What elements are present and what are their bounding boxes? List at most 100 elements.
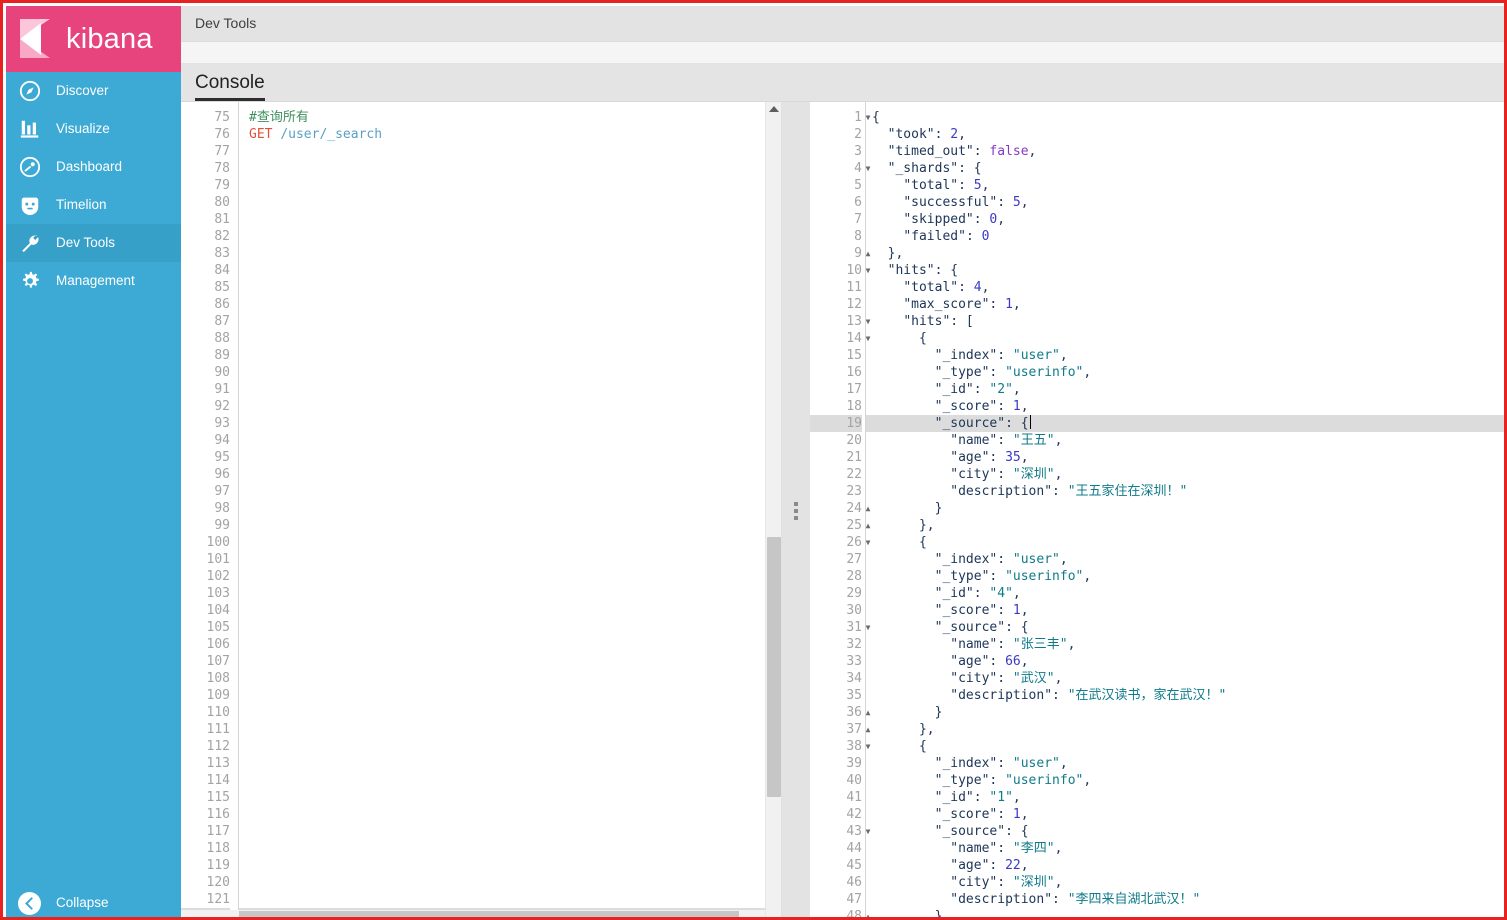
gutter-line-number[interactable]: 5 [810, 177, 862, 194]
kibana-logo[interactable]: kibana [6, 6, 181, 72]
gutter-line-number[interactable]: 40 [810, 772, 862, 789]
gutter-line-number[interactable]: 24 ▲ [810, 500, 870, 517]
sidebar-item-timelion[interactable]: Timelion [6, 186, 181, 224]
gutter-line-number[interactable]: 101 [181, 551, 230, 568]
gutter-line-number[interactable]: 121 [181, 891, 230, 908]
gutter-line-number[interactable]: 47 [810, 891, 862, 908]
gutter-line-number[interactable]: 91 [181, 381, 230, 398]
gutter-line-number[interactable]: 7 [810, 211, 862, 228]
gutter-line-number[interactable]: 36 ▲ [810, 704, 870, 721]
gutter-line-number[interactable]: 112 [181, 738, 230, 755]
gutter-line-number[interactable]: 41 [810, 789, 862, 806]
gutter-line-number[interactable]: 44 [810, 840, 862, 857]
gutter-line-number[interactable]: 89 [181, 347, 230, 364]
sidebar-item-dev-tools[interactable]: Dev Tools [6, 224, 181, 262]
sidebar-item-discover[interactable]: Discover [6, 72, 181, 110]
gutter-line-number[interactable]: 29 [810, 585, 862, 602]
gutter-line-number[interactable]: 105 [181, 619, 230, 636]
sidebar-item-dashboard[interactable]: Dashboard [6, 148, 181, 186]
gutter-line-number[interactable]: 28 [810, 568, 862, 585]
response-code-area[interactable]: { "took": 2, "timed_out": false, "_shard… [866, 102, 1504, 917]
gutter-line-number[interactable]: 109 [181, 687, 230, 704]
gutter-line-number[interactable]: 15 [810, 347, 862, 364]
gutter-line-number[interactable]: 4 ▼ [810, 160, 870, 177]
gutter-line-number[interactable]: 13 ▼ [810, 313, 870, 330]
gutter-line-number[interactable]: 108 [181, 670, 230, 687]
gutter-line-number[interactable]: 85 [181, 279, 230, 296]
gutter-line-number[interactable]: 102 [181, 568, 230, 585]
gutter-line-number[interactable]: 97 [181, 483, 230, 500]
gutter-line-number[interactable]: 10 ▼ [810, 262, 870, 279]
sidebar-item-management[interactable]: Management [6, 262, 181, 300]
gutter-line-number[interactable]: 116 [181, 806, 230, 823]
gutter-line-number[interactable]: 100 [181, 534, 230, 551]
breadcrumb-item-dev-tools[interactable]: Dev Tools [195, 15, 256, 31]
sidebar-collapse-button[interactable]: Collapse [6, 886, 181, 917]
gutter-line-number[interactable]: 119 [181, 857, 230, 874]
gutter-line-number[interactable]: 81 [181, 211, 230, 228]
gutter-line-number[interactable]: 95 [181, 449, 230, 466]
gutter-line-number[interactable]: 80 [181, 194, 230, 211]
gutter-line-number[interactable]: 83 [181, 245, 230, 262]
request-code-area[interactable]: #查询所有 GET /user/_search [239, 102, 781, 917]
gutter-line-number[interactable]: 115 [181, 789, 230, 806]
gutter-line-number[interactable]: 46 [810, 874, 862, 891]
gutter-line-number[interactable]: 30 [810, 602, 862, 619]
gutter-line-number[interactable]: 48 ▲ [810, 908, 870, 917]
gutter-line-number[interactable]: 110 [181, 704, 230, 721]
gutter-line-number[interactable]: 11 [810, 279, 862, 296]
gutter-line-number[interactable]: 77 [181, 143, 230, 160]
gutter-line-number[interactable]: 94 [181, 432, 230, 449]
gutter-line-number[interactable]: 90 [181, 364, 230, 381]
gutter-line-number[interactable]: 82 [181, 228, 230, 245]
sidebar-item-visualize[interactable]: Visualize [6, 110, 181, 148]
gutter-line-number[interactable]: 75 [181, 109, 230, 126]
gutter-line-number[interactable]: 8 [810, 228, 862, 245]
gutter-line-number[interactable]: 12 [810, 296, 862, 313]
request-editor[interactable]: 75 76 77 78 79 80 81 82 83 84 85 86 87 88 89 90 91 92 93 94… [181, 102, 782, 917]
gutter-line-number[interactable]: 118 [181, 840, 230, 857]
gutter-line-number[interactable]: 22 [810, 466, 862, 483]
gutter-line-number[interactable]: 38 ▼ [810, 738, 870, 755]
gutter-line-number[interactable]: 113 [181, 755, 230, 772]
gutter-line-number[interactable]: 3 [810, 143, 862, 160]
gutter-line-number[interactable]: 35 [810, 687, 862, 704]
gutter-line-number[interactable]: 87 [181, 313, 230, 330]
gutter-line-number[interactable]: 2 [810, 126, 862, 143]
gutter-line-number[interactable]: 107 [181, 653, 230, 670]
gutter-line-number[interactable]: 18 [810, 398, 862, 415]
gutter-line-number[interactable]: 34 [810, 670, 862, 687]
gutter-line-number[interactable]: 79 [181, 177, 230, 194]
gutter-line-number[interactable]: 111 [181, 721, 230, 738]
gutter-line-number[interactable]: 42 [810, 806, 862, 823]
gutter-line-number[interactable]: 27 [810, 551, 862, 568]
gutter-line-number[interactable]: 14 ▼ [810, 330, 870, 347]
gutter-line-number[interactable]: 86 [181, 296, 230, 313]
gutter-line-number[interactable]: 9 ▲ [810, 245, 870, 262]
gutter-line-number[interactable]: 76 [181, 126, 230, 143]
gutter-line-number[interactable]: 88 [181, 330, 230, 347]
gutter-line-number[interactable]: 43 ▼ [810, 823, 870, 840]
gutter-line-number[interactable]: 120 [181, 874, 230, 891]
gutter-line-number[interactable]: 104 [181, 602, 230, 619]
response-editor[interactable]: 1▼234▼56789▲10▼111213▼14▼1516171819▼2021… [810, 102, 1504, 917]
gutter-line-number[interactable]: 93 [181, 415, 230, 432]
gutter-line-number[interactable]: 39 [810, 755, 862, 772]
gutter-line-number[interactable]: 84 [181, 262, 230, 279]
scrollbar-thumb[interactable] [767, 537, 781, 798]
request-vertical-scrollbar[interactable] [765, 102, 781, 917]
tab-console[interactable]: Console [195, 72, 265, 102]
gutter-line-number[interactable]: 96 [181, 466, 230, 483]
gutter-line-number[interactable]: 32 [810, 636, 862, 653]
gutter-line-number[interactable]: 16 [810, 364, 862, 381]
request-horizontal-scrollbar[interactable] [181, 909, 765, 917]
gutter-line-number[interactable]: 106 [181, 636, 230, 653]
gutter-line-number[interactable]: 37 ▲ [810, 721, 870, 738]
gutter-line-number[interactable]: 25 ▲ [810, 517, 870, 534]
scrollbar-thumb[interactable] [239, 910, 739, 917]
gutter-line-number[interactable]: 21 [810, 449, 862, 466]
gutter-line-number[interactable]: 26 ▼ [810, 534, 870, 551]
gutter-line-number[interactable]: 31 ▼ [810, 619, 870, 636]
gutter-line-number[interactable]: 1 ▼ [810, 109, 870, 126]
gutter-line-number[interactable]: 99 [181, 517, 230, 534]
